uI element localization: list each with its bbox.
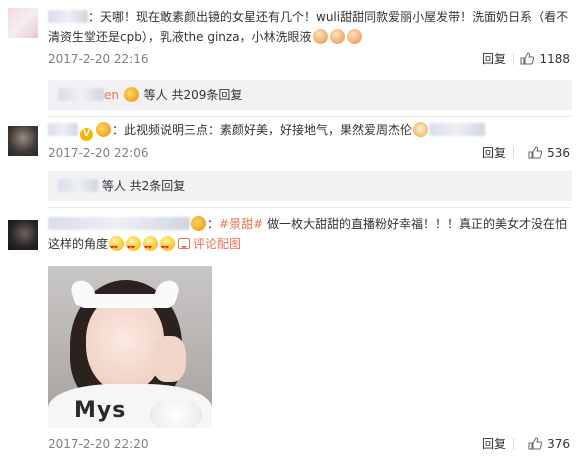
divider	[513, 53, 514, 65]
photo-cup	[150, 398, 202, 428]
like-button[interactable]: 1188	[520, 50, 570, 68]
avatar[interactable]	[8, 220, 38, 250]
reply-button[interactable]: 回复	[482, 50, 506, 68]
timestamp: 2017-2-20 22:16	[48, 52, 149, 66]
shirt-print: Mys	[74, 398, 127, 423]
vip-crown-icon	[123, 87, 139, 102]
reply-username-blurred	[58, 179, 98, 192]
username-blurred[interactable]	[48, 217, 190, 230]
peach-emoji-icon	[312, 29, 328, 44]
comment-meta: 2017-2-20 22:20 回复 376	[48, 435, 572, 453]
like-count: 376	[547, 437, 570, 451]
photo-hand	[152, 336, 186, 382]
divider	[48, 116, 572, 117]
username-blurred[interactable]	[48, 123, 78, 136]
reply-username-blurred	[58, 88, 104, 101]
thumbs-up-icon	[520, 52, 535, 65]
thumbs-up-icon	[528, 146, 543, 159]
heart-eyes-emoji-icon	[109, 236, 125, 258]
username-blurred[interactable]	[48, 10, 88, 23]
comment-body: ：此视频说明三点：素颜好美，好接地气，果然爱周杰伦	[112, 123, 413, 137]
avatar[interactable]	[8, 8, 38, 38]
thumbs-up-icon	[528, 437, 543, 450]
verified-v-icon: V	[80, 128, 93, 141]
heart-eyes-emoji-icon	[143, 236, 159, 258]
timestamp: 2017-2-20 22:20	[48, 437, 149, 451]
like-count: 536	[547, 146, 570, 160]
vip-crown-icon	[96, 122, 111, 137]
cat-emoji-icon	[413, 122, 429, 137]
divider	[48, 207, 572, 208]
heart-eyes-emoji-icon	[126, 236, 142, 258]
divider	[513, 438, 514, 450]
comment-meta: 2017-2-20 22:06 回复 536	[48, 144, 572, 162]
timestamp: 2017-2-20 22:06	[48, 146, 149, 160]
reply-button[interactable]: 回复	[482, 144, 506, 162]
comment-image[interactable]: Mys	[48, 266, 212, 428]
hashtag-link[interactable]: #景甜#	[219, 217, 263, 231]
photo-face	[86, 296, 164, 392]
headband	[78, 294, 174, 308]
comment-image-link[interactable]: 评论配图	[193, 237, 241, 251]
sub-reply-label: 等人 共2条回复	[101, 179, 186, 193]
comment-text: ：天哪！现在敢素颜出镜的女星还有几个！wuli甜甜同款爱丽小屋发带！洗面奶日系（…	[48, 7, 572, 47]
vip-crown-icon	[191, 216, 206, 231]
reply-username-suffix: en	[104, 88, 119, 102]
comment-text: V ：此视频说明三点：素颜好美，好接地气，果然爱周杰伦	[48, 120, 572, 141]
like-button[interactable]: 536	[528, 144, 570, 162]
sub-reply-summary[interactable]: 等人 共2条回复	[48, 171, 572, 201]
reply-button[interactable]: 回复	[482, 435, 506, 453]
divider	[513, 147, 514, 159]
comment-meta: 2017-2-20 22:16 回复 1188	[48, 50, 572, 68]
like-button[interactable]: 376	[528, 435, 570, 453]
comment-text: ：#景甜# 做一枚大甜甜的直播粉好幸福！！！真正的美女才没在怕这样的角度评论配图	[48, 214, 572, 258]
like-count: 1188	[539, 52, 570, 66]
avatar[interactable]	[8, 126, 38, 156]
speech-bubble-icon	[178, 238, 191, 249]
heart-eyes-emoji-icon	[160, 236, 176, 258]
peach-emoji-icon	[346, 29, 362, 44]
peach-emoji-icon	[329, 29, 345, 44]
sub-reply-summary[interactable]: en 等人 共209条回复	[48, 80, 572, 110]
comment-body: ：天哪！现在敢素颜出镜的女星还有几个！wuli甜甜同款爱丽小屋发带！洗面奶日系（…	[48, 10, 569, 44]
mention-blurred[interactable]	[429, 123, 486, 136]
sub-reply-label: 等人 共209条回复	[143, 88, 243, 102]
